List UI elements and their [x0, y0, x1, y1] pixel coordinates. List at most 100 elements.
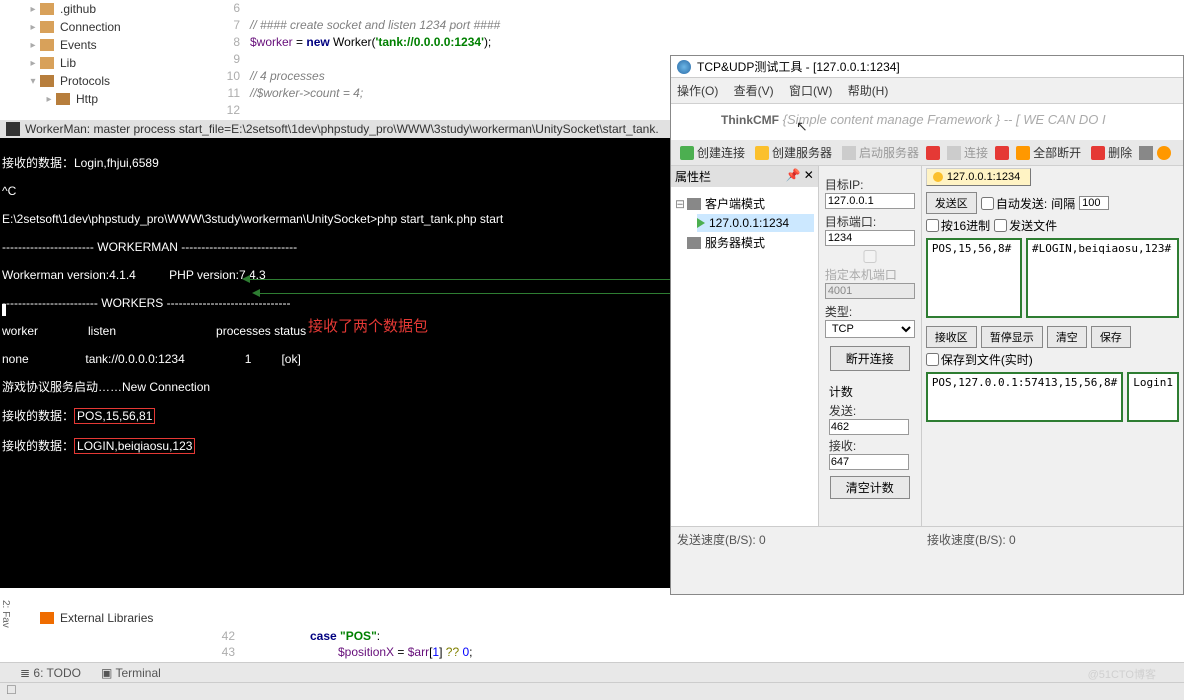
app-icon — [677, 60, 691, 74]
tree-node-server-mode[interactable]: 服务器模式 — [675, 232, 814, 253]
menu-operate[interactable]: 操作(O) — [677, 84, 718, 98]
terminal-output[interactable]: 接收的数据：Login,fhjui,6589 ^C E:\2setsoft\1d… — [0, 138, 670, 588]
connection-tab[interactable]: 127.0.0.1:1234 — [926, 168, 1031, 186]
terminal-line: 接收的数据：Login,fhjui,6589 — [2, 156, 670, 170]
recv-count-value[interactable] — [829, 454, 909, 470]
menu-help[interactable]: 帮助(H) — [848, 84, 889, 98]
delete-icon — [1091, 146, 1105, 160]
terminal-tab[interactable]: ▣ Terminal — [101, 666, 161, 680]
tree-node-connection[interactable]: 127.0.0.1:1234 — [697, 214, 814, 232]
chevron-icon: ▸ — [26, 40, 40, 51]
chevron-icon: ▸ — [26, 58, 40, 69]
cmd-icon — [6, 122, 20, 136]
terminal-line: E:\2setsoft\1dev\phpstudy_pro\WWW\3study… — [2, 212, 670, 226]
connect-icon — [947, 146, 961, 160]
arrow-left-icon — [242, 275, 250, 283]
ide-project-tree: ▸.github ▸Connection ▸Events ▸Lib ▾Proto… — [10, 0, 210, 108]
recv-area-button[interactable]: 接收区 — [926, 326, 977, 348]
tree-label: .github — [60, 2, 96, 16]
code-editor[interactable]: // #### create socket and listen 1234 po… — [250, 0, 500, 119]
save-button[interactable]: 保存 — [1091, 326, 1131, 348]
tree-item[interactable]: ▸Lib — [26, 54, 210, 72]
terminal-line-highlighted: 接收的数据：POS,15,56,81 — [2, 408, 670, 424]
line-number: 8 — [210, 34, 240, 51]
favorites-tab[interactable]: 2: Fav — [0, 600, 11, 628]
line-number: 12 — [210, 102, 240, 119]
connection-tree-panel: 属性栏 📌 ✕ ⊟客户端模式 127.0.0.1:1234 服务器模式 — [671, 166, 819, 526]
hex-checkbox[interactable]: 按16进制 — [926, 217, 990, 234]
disconnect-all-button[interactable]: 全部断开 — [1013, 144, 1084, 161]
tree-label: Protocols — [60, 74, 110, 88]
line-number: 7 — [210, 17, 240, 34]
terminal-line: ------------------------ WORKERS -------… — [2, 296, 670, 310]
terminal-titlebar: WorkerMan: master process start_file=E:\… — [0, 120, 670, 138]
terminal-cursor — [2, 304, 6, 316]
play-icon — [697, 218, 705, 228]
external-libraries-node[interactable]: External Libraries — [0, 608, 870, 628]
terminal-line-highlighted: 接收的数据：LOGIN,beiqiaosu,123 — [2, 438, 670, 454]
stop-icon[interactable] — [926, 146, 940, 160]
type-select[interactable]: TCP — [825, 320, 915, 338]
window-title-text: TCP&UDP测试工具 - [127.0.0.1:1234] — [697, 58, 900, 75]
send-count-label: 发送: — [829, 402, 911, 419]
code-line: $worker = new Worker('tank://0.0.0.0:123… — [250, 34, 500, 51]
start-server-button[interactable]: 启动服务器 — [839, 144, 922, 161]
recv-data-box-1[interactable]: POS,127.0.0.1:57413,15,56,8# — [926, 372, 1123, 422]
target-ip-input[interactable] — [825, 193, 915, 209]
tree-item[interactable]: ▸Connection — [26, 18, 210, 36]
window-titlebar[interactable]: TCP&UDP测试工具 - [127.0.0.1:1234] — [671, 56, 1183, 78]
cursor-icon: ↖ — [796, 118, 808, 135]
line-number: 11 — [210, 85, 240, 102]
send-count-value[interactable] — [829, 419, 909, 435]
send-data-box-1[interactable]: POS,15,56,8# — [926, 238, 1022, 318]
help-icon[interactable] — [1157, 146, 1171, 160]
todo-tab[interactable]: ≣ 6: TODO — [20, 666, 81, 680]
folder-icon — [40, 21, 54, 33]
menu-window[interactable]: 窗口(W) — [789, 84, 832, 98]
terminal-title-text: WorkerMan: master process start_file=E:\… — [25, 122, 659, 136]
watermark-label: @51CTO博客 — [1088, 666, 1156, 682]
clear-counts-button[interactable]: 清空计数 — [830, 476, 910, 499]
send-area-button[interactable]: 发送区 — [926, 192, 977, 214]
tree-item[interactable]: ▸Events — [26, 36, 210, 54]
terminal-line: none tank://0.0.0.0:1234 1 [ok] — [2, 352, 670, 366]
ide-status-bar: ☐ — [0, 682, 1184, 700]
recv-data-box-2[interactable]: Login1 — [1127, 372, 1179, 422]
disconnect-button[interactable]: 断开连接 — [830, 346, 910, 371]
server-icon — [755, 146, 769, 160]
interval-input[interactable] — [1079, 196, 1109, 210]
disconnect-all-icon — [1016, 146, 1030, 160]
local-port-checkbox-label[interactable]: 指定本机端口 — [825, 250, 915, 283]
recv-count-label: 接收: — [829, 437, 911, 454]
create-server-button[interactable]: 创建服务器 — [752, 144, 835, 161]
save-to-file-checkbox[interactable]: 保存到文件(实时) — [926, 351, 1033, 368]
menu-view[interactable]: 查看(V) — [734, 84, 774, 98]
close-icon[interactable]: ✕ — [804, 168, 814, 182]
disconnect-icon[interactable] — [995, 146, 1009, 160]
local-port-checkbox — [825, 250, 915, 263]
terminal-line: ----------------------- WORKERMAN ------… — [2, 240, 670, 254]
type-label: 类型: — [825, 303, 915, 320]
auto-send-checkbox[interactable]: 自动发送: — [981, 195, 1047, 212]
create-connection-button[interactable]: 创建连接 — [677, 144, 748, 161]
target-port-input[interactable] — [825, 230, 915, 246]
gear-icon[interactable] — [1139, 146, 1153, 160]
bottom-editor: External Libraries 42 43 44 case "POS": … — [0, 608, 870, 628]
send-file-checkbox[interactable]: 发送文件 — [994, 217, 1057, 234]
tree-item[interactable]: ▸.github — [26, 0, 210, 18]
folder-icon — [40, 39, 54, 51]
tree-item[interactable]: ▾Protocols — [26, 72, 210, 90]
folder-icon — [40, 57, 54, 69]
tree-node-client-mode[interactable]: ⊟客户端模式 — [675, 193, 814, 214]
tree-item[interactable]: ▸Http — [42, 90, 210, 108]
connection-properties: 目标IP: 目标端口: 指定本机端口 类型: TCP 断开连接 计数 发送: 接… — [819, 166, 922, 526]
send-data-box-2[interactable]: #LOGIN,beiqiaosu,123# — [1026, 238, 1179, 318]
delete-button[interactable]: 删除 — [1088, 144, 1135, 161]
pause-display-button[interactable]: 暂停显示 — [981, 326, 1043, 348]
clear-button[interactable]: 清空 — [1047, 326, 1087, 348]
pc-icon — [687, 237, 701, 249]
pin-icon[interactable]: 📌 — [785, 168, 800, 182]
code-line: // 4 processes — [250, 68, 500, 85]
annotation-label: 接收了两个数据包 — [308, 320, 428, 334]
connect-button[interactable]: 连接 — [944, 144, 991, 161]
